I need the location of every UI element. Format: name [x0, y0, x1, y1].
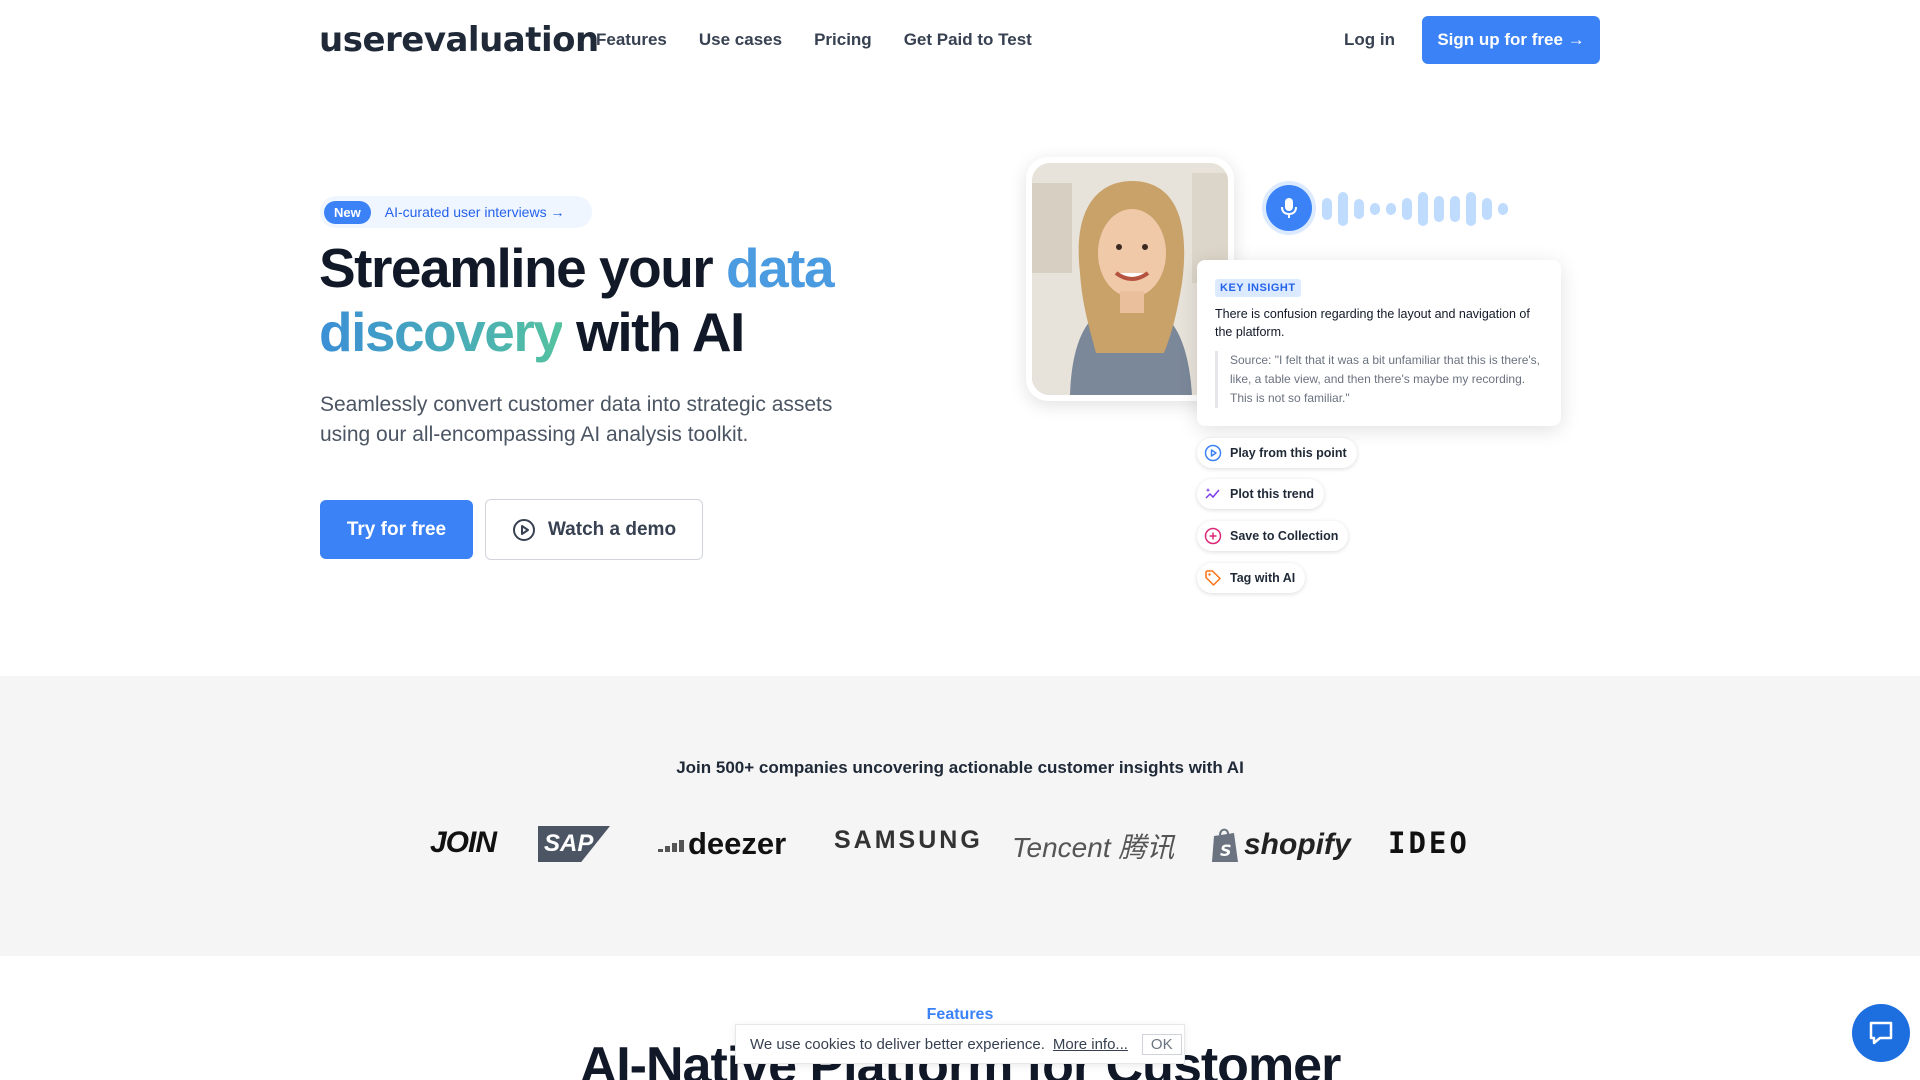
- cookie-banner: We use cookies to deliver better experie…: [735, 1024, 1185, 1064]
- cookie-more-info-link[interactable]: More info...: [1053, 1036, 1128, 1053]
- key-insight-card: KEY INSIGHT There is confusion regarding…: [1197, 260, 1561, 426]
- audio-waveform: [1322, 189, 1508, 229]
- action-play-from-point[interactable]: Play from this point: [1197, 438, 1357, 468]
- action-label: Tag with AI: [1230, 571, 1296, 585]
- signup-button[interactable]: Sign up for free →: [1422, 16, 1600, 64]
- microphone-button[interactable]: [1266, 185, 1312, 231]
- brand-logo[interactable]: userevaluation: [319, 20, 599, 60]
- action-save-collection[interactable]: Save to Collection: [1197, 521, 1349, 551]
- features-section-label: Features: [926, 1006, 994, 1023]
- watch-demo-button[interactable]: Watch a demo: [485, 499, 703, 560]
- key-insight-tag: KEY INSIGHT: [1215, 279, 1301, 297]
- deezer-wordmark: deezer: [688, 826, 787, 861]
- deezer-bars-icon: [658, 840, 684, 852]
- insight-text: There is confusion regarding the layout …: [1215, 307, 1530, 339]
- chat-widget-button[interactable]: [1852, 1004, 1910, 1062]
- action-label: Save to Collection: [1230, 529, 1339, 543]
- action-tag-ai[interactable]: Tag with AI: [1197, 563, 1306, 593]
- nav-link-pricing[interactable]: Pricing: [814, 30, 872, 50]
- nav-link-features[interactable]: Features: [596, 30, 667, 50]
- nav-link-use-cases[interactable]: Use cases: [699, 30, 782, 50]
- chat-bubble-icon: [1869, 1021, 1893, 1045]
- headline-part1: Streamline your: [319, 237, 726, 299]
- hero-subtext: Seamlessly convert customer data into st…: [320, 393, 833, 446]
- microphone-icon: [1281, 198, 1297, 218]
- nav-links: Features Use cases Pricing Get Paid to T…: [596, 30, 1032, 50]
- plus-circle-icon: [1204, 527, 1222, 545]
- login-link[interactable]: Log in: [1344, 30, 1395, 50]
- try-for-free-button[interactable]: Try for free: [320, 500, 473, 559]
- hero-headline: Streamline your data discovery with AI: [319, 236, 919, 364]
- headline-accent1: data: [725, 237, 835, 299]
- customer-logos-section: [0, 676, 1920, 956]
- action-label: Play from this point: [1230, 446, 1347, 460]
- headline-part2: with AI: [562, 301, 745, 363]
- logo-tencent: Tencent 腾讯: [1012, 832, 1175, 863]
- action-plot-trend[interactable]: Plot this trend: [1197, 479, 1325, 509]
- watch-demo-label: Watch a demo: [547, 518, 677, 540]
- logo-join: JOIN: [430, 826, 497, 859]
- logo-ideo: IDEO: [1388, 826, 1470, 860]
- shopify-bag-icon: S: [1212, 828, 1238, 862]
- logo-samsung: SAMSUNG: [834, 826, 983, 854]
- nav-link-get-paid[interactable]: Get Paid to Test: [904, 30, 1032, 50]
- cookie-ok-button[interactable]: OK: [1141, 1033, 1182, 1055]
- announcement-text: AI-curated user interviews →: [384, 204, 565, 220]
- logo-deezer: deezer: [658, 826, 786, 862]
- play-circle-icon: [1204, 444, 1222, 462]
- shopify-wordmark: shopify: [1244, 828, 1351, 861]
- sparkle-trend-icon: [1205, 488, 1220, 499]
- svg-text:S: S: [1220, 841, 1232, 860]
- cookie-text: We use cookies to deliver better experie…: [750, 1035, 1045, 1053]
- logo-shopify: S shopify: [1210, 826, 1351, 864]
- play-circle-icon: [512, 518, 535, 541]
- tag-icon: [1205, 570, 1221, 586]
- announcement-pill[interactable]: New AI-curated user interviews →: [320, 196, 592, 228]
- action-label: Plot this trend: [1230, 487, 1315, 501]
- new-badge: New: [324, 200, 371, 224]
- headline-accent2: discovery: [319, 301, 564, 363]
- customers-heading: Join 500+ companies uncovering actionabl…: [676, 758, 1244, 777]
- insight-source-quote: Source: "I felt that it was a bit unfami…: [1215, 351, 1543, 408]
- top-navigation: userevaluation Features Use cases Pricin…: [0, 0, 1920, 80]
